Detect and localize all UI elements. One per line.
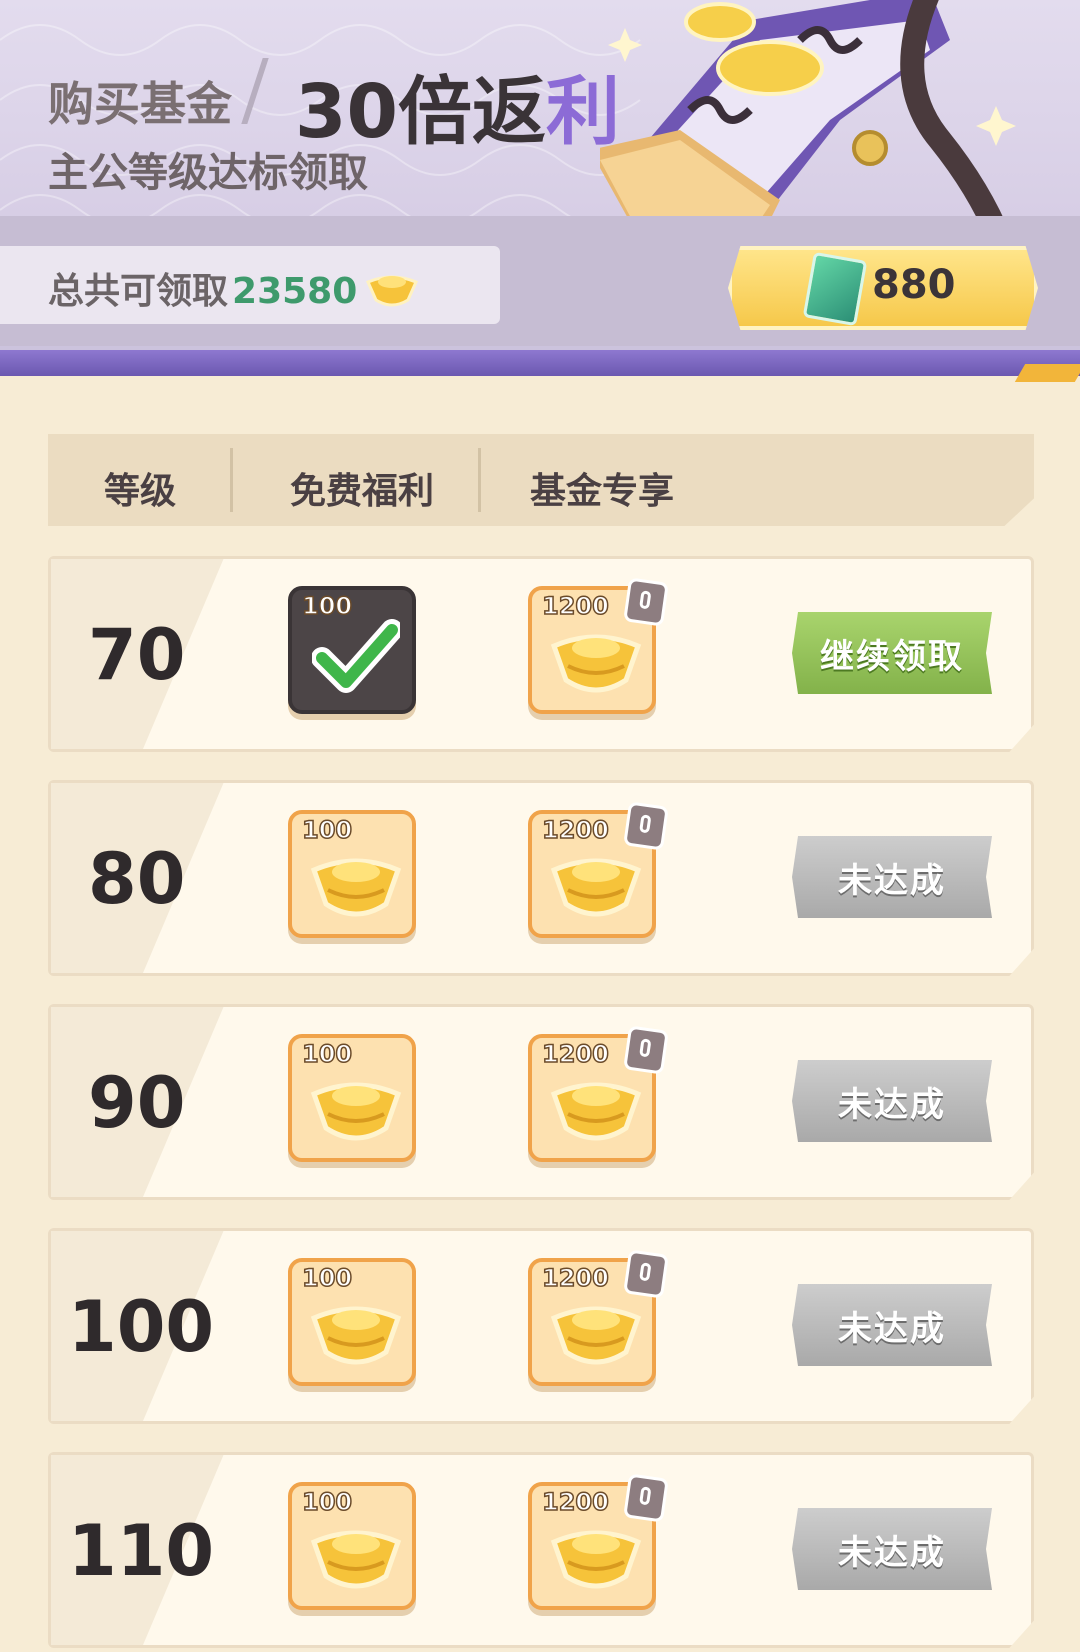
subtitle: 主公等级达标领取 [48,150,368,196]
header-divider-cap [1014,364,1080,382]
free-reward-amount: 100 [301,1039,353,1069]
gold-ingot-icon [550,1306,642,1365]
total-claimable: 总共可领取 23580 [48,271,358,312]
header-divider-bar [0,350,1080,376]
fund-reward-amount: 1200 [541,1263,609,1293]
table-row: 70 100 1200 继续领取 [48,556,1034,756]
column-header-level: 等级 [104,471,177,512]
total-value: 23580 [232,271,358,312]
table-row: 110 100 1200 未达成 [48,1452,1034,1652]
fund-reward-amount: 1200 [541,591,609,621]
gold-ingot-icon [310,1082,402,1141]
column-divider [478,448,481,512]
row-level: 100 [68,1286,215,1368]
free-reward-amount: 100 [301,815,353,845]
fund-reward-slot[interactable]: 1200 [528,1249,669,1386]
jade-book-icon [802,251,868,327]
gold-ingot-icon [366,275,418,307]
table-row: 80 100 1200 未达成 [48,780,1034,980]
table-row: 90 100 1200 未达成 [48,1004,1034,1204]
lock-icon [623,1025,669,1075]
gold-ingot-icon [310,1306,402,1365]
column-divider [230,448,233,512]
row-level: 70 [88,614,186,696]
gold-ingot-icon [310,1530,402,1589]
free-reward-amount: 100 [301,1263,353,1293]
free-reward-slot[interactable]: 100 [288,1034,416,1162]
column-header-fund: 基金专享 [530,471,675,512]
gold-ingot-icon [310,858,402,917]
lock-icon [623,1473,669,1523]
free-reward-amount: 100 [301,591,353,621]
not-achieved-button[interactable]: 未达成 [792,1284,992,1366]
fund-reward-slot[interactable]: 1200 [528,1025,669,1162]
column-header-free: 免费福利 [290,471,435,512]
gold-ingot-icon [550,1530,642,1589]
checkmark-icon [312,619,400,693]
row-level: 80 [88,838,186,920]
gold-ingot-icon [550,1082,642,1141]
not-achieved-button[interactable]: 未达成 [792,1508,992,1590]
lock-icon [623,1249,669,1299]
not-achieved-button[interactable]: 未达成 [792,1060,992,1142]
table-row: 100 100 1200 未达成 [48,1228,1034,1428]
free-reward-amount: 100 [301,1487,353,1517]
free-reward-slot[interactable]: 100 [288,586,416,714]
fund-reward-amount: 1200 [541,1039,609,1069]
fund-reward-slot[interactable]: 1200 [528,1473,669,1610]
row-level: 90 [88,1062,186,1144]
continue-claim-button[interactable]: 继续领取 [792,612,992,694]
fund-reward-amount: 1200 [541,815,609,845]
not-achieved-button[interactable]: 未达成 [792,836,992,918]
free-reward-slot[interactable]: 100 [288,1258,416,1386]
gold-ingot-icon [550,634,642,693]
purchase-cost[interactable]: 880 [872,262,956,308]
fund-reward-slot[interactable]: 1200 [528,577,669,714]
free-reward-slot[interactable]: 100 [288,810,416,938]
title-prefix: 购买基金 [48,77,232,131]
scroll-illustration [600,0,1016,240]
fund-reward-amount: 1200 [541,1487,609,1517]
fund-reward-slot[interactable]: 1200 [528,801,669,938]
lock-icon [623,801,669,851]
free-reward-slot[interactable]: 100 [288,1482,416,1610]
row-level: 110 [68,1510,215,1592]
gold-ingot-icon [550,858,642,917]
lock-icon [623,577,669,627]
